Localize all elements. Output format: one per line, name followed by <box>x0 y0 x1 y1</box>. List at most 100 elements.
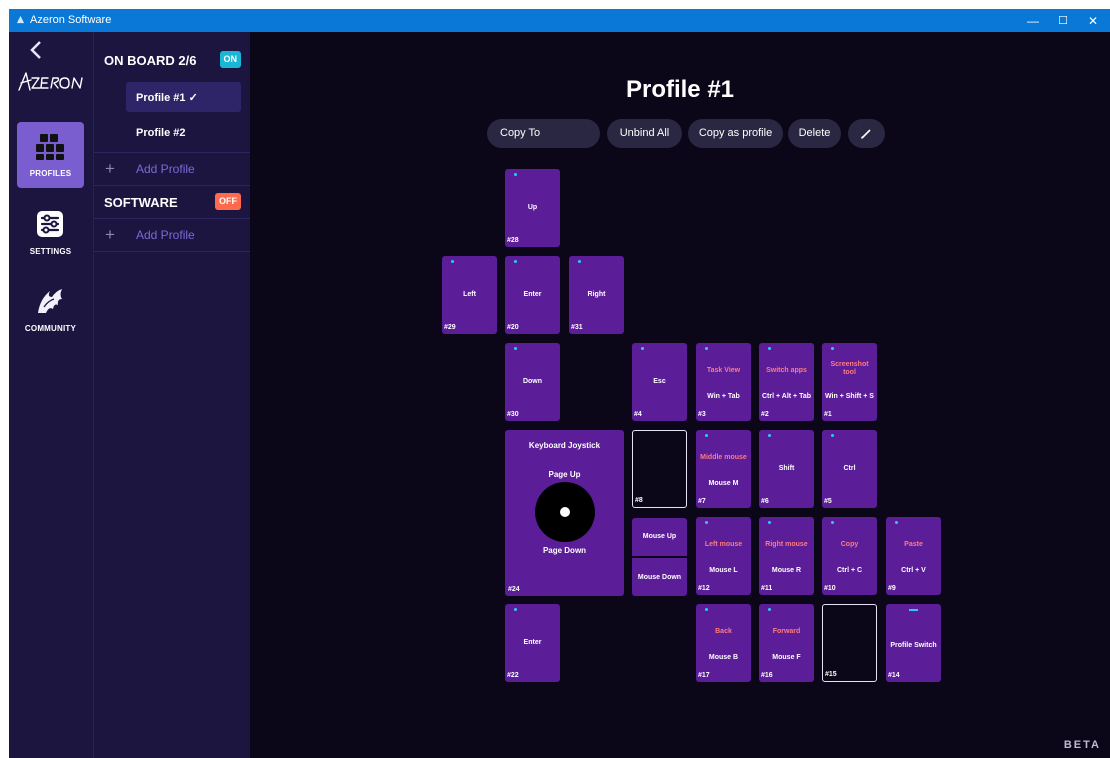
app-window: Azeron Software — ☐ ✕ PROFILES SETTINGS … <box>9 9 1110 758</box>
key-28[interactable]: Up #28 <box>505 169 560 247</box>
profile-item-label: Profile #1 ✓ <box>136 92 198 104</box>
joystick-stick[interactable] <box>535 482 595 542</box>
key-binding: Profile Switch <box>890 642 937 649</box>
key-number: #5 <box>824 498 832 505</box>
grid-icon <box>36 134 64 160</box>
key-indicator <box>451 260 454 263</box>
key-7[interactable]: Middle mouse Mouse M #7 <box>696 430 751 508</box>
key-3[interactable]: Task View Win + Tab #3 <box>696 343 751 421</box>
key-14[interactable]: Profile Switch #14 <box>886 604 941 682</box>
key-caption: Paste <box>904 541 923 548</box>
key-2[interactable]: Switch apps Ctrl + Alt + Tab #2 <box>759 343 814 421</box>
key-30[interactable]: Down #30 <box>505 343 560 421</box>
key-binding: Mouse B <box>708 654 739 661</box>
edit-button[interactable] <box>848 119 885 148</box>
add-profile-onboard-button[interactable]: + Add Profile <box>94 152 251 186</box>
onboard-section-header: ON BOARD 2/6 ON <box>94 45 251 75</box>
key-number: #31 <box>571 324 583 331</box>
profile-item-label: Profile #2 <box>136 127 186 139</box>
joystick-key-24[interactable]: Keyboard Joystick Page Up Page Down #24 <box>505 430 624 596</box>
copy-to-select[interactable]: Copy To <box>487 119 600 148</box>
title-bar[interactable]: Azeron Software — ☐ ✕ <box>9 9 1110 32</box>
profile-item-1[interactable]: Profile #1 ✓ <box>126 82 241 112</box>
key-indicator <box>895 521 898 524</box>
key-number: #16 <box>761 672 773 679</box>
key-11[interactable]: Right mouse Mouse R #11 <box>759 517 814 595</box>
maximize-button[interactable]: ☐ <box>1048 9 1078 32</box>
key-indicator <box>909 609 918 611</box>
rail-item-community[interactable]: COMMUNITY <box>17 277 84 343</box>
key-17[interactable]: Back Mouse B #17 <box>696 604 751 682</box>
joystick-up-binding: Page Up <box>548 470 581 479</box>
dragon-icon <box>38 289 62 313</box>
key-number: #30 <box>507 411 519 418</box>
add-profile-software-button[interactable]: + Add Profile <box>94 218 251 252</box>
sliders-icon <box>37 211 63 237</box>
key-number: #4 <box>634 411 642 418</box>
key-number: #2 <box>761 411 769 418</box>
key-number: #17 <box>698 672 710 679</box>
key-number: #20 <box>507 324 519 331</box>
beta-label: BETA <box>1063 739 1101 751</box>
key-caption: Right mouse <box>765 541 808 548</box>
key-10[interactable]: Copy Ctrl + C #10 <box>822 517 877 595</box>
add-profile-label: Add Profile <box>136 228 195 242</box>
key-indicator <box>514 260 517 263</box>
key-indicator <box>831 347 834 350</box>
key-binding: Up <box>527 204 538 211</box>
key-4[interactable]: Esc #4 <box>632 343 687 421</box>
key-indicator <box>768 347 771 350</box>
key-caption: Task View <box>706 367 741 374</box>
key-indicator <box>768 608 771 611</box>
minimize-button[interactable]: — <box>1018 9 1048 32</box>
key-29[interactable]: Left #29 <box>442 256 497 334</box>
main-area: Profile #1 Copy To Unbind All Copy as pr… <box>250 32 1110 758</box>
key-number: #29 <box>444 324 456 331</box>
key-binding: Ctrl + Alt + Tab <box>761 393 811 400</box>
copy-as-profile-button[interactable]: Copy as profile <box>688 119 783 148</box>
add-profile-label: Add Profile <box>136 162 195 176</box>
key-caption: Switch apps <box>766 367 807 374</box>
software-status-badge[interactable]: OFF <box>215 193 241 210</box>
key-caption: Back <box>715 628 732 635</box>
key-binding: Left <box>463 291 476 298</box>
key-1[interactable]: Screenshot tool Win + Shift + S #1 <box>822 343 877 421</box>
key-binding: Enter <box>523 639 542 646</box>
key-indicator <box>514 347 517 350</box>
wheel-down-label: Mouse Down <box>637 574 682 581</box>
key-number: #11 <box>761 585 773 592</box>
rail-item-settings[interactable]: SETTINGS <box>17 200 84 266</box>
key-binding: Mouse M <box>708 480 739 487</box>
key-6[interactable]: Shift #6 <box>759 430 814 508</box>
delete-button[interactable]: Delete <box>788 119 841 148</box>
key-12[interactable]: Left mouse Mouse L #12 <box>696 517 751 595</box>
profile-panel: ON BOARD 2/6 ON Profile #1 ✓ Profile #2 … <box>93 32 251 758</box>
close-button[interactable]: ✕ <box>1078 9 1108 32</box>
wheel-up-key[interactable]: Mouse Up <box>632 518 687 556</box>
key-indicator <box>831 521 834 524</box>
key-binding: Down <box>522 378 543 385</box>
key-15[interactable]: #15 <box>822 604 877 682</box>
key-binding: Win + Tab <box>707 393 740 400</box>
key-16[interactable]: Forward Mouse F #16 <box>759 604 814 682</box>
key-5[interactable]: Ctrl #5 <box>822 430 877 508</box>
key-31[interactable]: Right #31 <box>569 256 624 334</box>
onboard-status-badge[interactable]: ON <box>219 51 241 68</box>
key-indicator <box>641 347 644 350</box>
key-number: #6 <box>761 498 769 505</box>
key-number: #15 <box>825 671 837 678</box>
joystick-title: Keyboard Joystick <box>528 441 601 450</box>
key-8[interactable]: #8 <box>632 430 687 508</box>
profile-item-2[interactable]: Profile #2 <box>126 118 241 148</box>
unbind-all-button[interactable]: Unbind All <box>607 119 682 148</box>
key-9[interactable]: Paste Ctrl + V #9 <box>886 517 941 595</box>
wheel-down-key[interactable]: Mouse Down <box>632 558 687 596</box>
key-20[interactable]: Enter #20 <box>505 256 560 334</box>
pencil-icon <box>860 129 871 139</box>
onboard-title: ON BOARD 2/6 <box>104 53 197 68</box>
key-number: #22 <box>507 672 519 679</box>
key-binding: Esc <box>653 378 666 385</box>
key-22[interactable]: Enter #22 <box>505 604 560 682</box>
back-arrow-icon[interactable] <box>29 40 43 60</box>
rail-item-profiles[interactable]: PROFILES <box>17 122 84 188</box>
